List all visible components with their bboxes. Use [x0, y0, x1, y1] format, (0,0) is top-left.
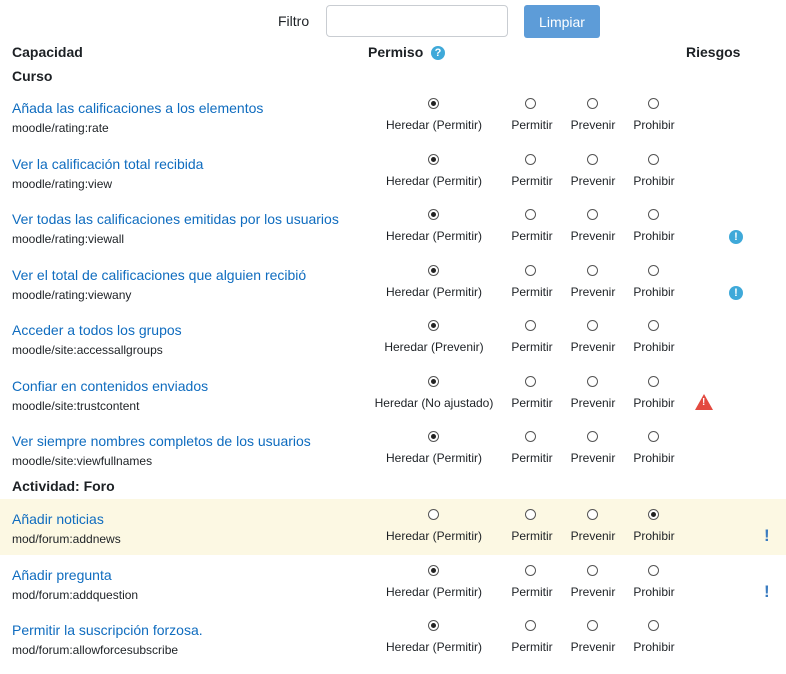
permission-option-label: Prohibir [633, 640, 675, 654]
permission-radio[interactable] [428, 620, 439, 631]
permission-radio[interactable] [648, 98, 659, 109]
capability-id: mod/forum:addnews [12, 532, 121, 546]
capability-row: Ver el total de calificaciones que algui… [0, 263, 786, 319]
capability-row: Permitir la suscripción forzosa. mod/foru… [0, 618, 786, 674]
capability-id: moodle/rating:viewany [12, 288, 132, 302]
clear-button[interactable]: Limpiar [524, 5, 600, 38]
warning-triangle-icon[interactable]: ! [695, 394, 713, 410]
capability-row: Añadir pregunta mod/forum:addquestion Here… [0, 563, 786, 619]
permission-radio[interactable] [428, 565, 439, 576]
help-icon[interactable]: ? [431, 46, 445, 60]
capability-name-link[interactable]: Ver el total de calificaciones que algui… [12, 267, 306, 283]
permission-option: Prohibir [594, 507, 714, 563]
filter-label: Filtro [278, 13, 310, 29]
capability-row: Ver la calificación total recibida moodle… [0, 152, 786, 208]
capability-name-link[interactable]: Añada las calificaciones a los elementos [12, 100, 263, 116]
exclamation-icon[interactable]: ! [764, 583, 770, 600]
filter-input[interactable] [326, 5, 508, 37]
permission-radio[interactable] [428, 509, 439, 520]
permission-option-label: Prohibir [633, 229, 675, 243]
permission-option-label: Prohibir [633, 529, 675, 543]
risks-header: Riesgos [686, 44, 741, 60]
permission-header: Permiso [368, 44, 424, 60]
permission-radio[interactable] [648, 376, 659, 387]
permission-radio[interactable] [648, 509, 659, 520]
capability-id: mod/forum:allowforcesubscribe [12, 643, 179, 657]
permission-radio[interactable] [648, 209, 659, 220]
capability-row: Añada las calificaciones a los elementos… [0, 96, 786, 152]
capability-name-link[interactable]: Ver todas las calificaciones emitidas po… [12, 211, 339, 227]
permission-option: Prohibir [594, 618, 714, 674]
permission-radio[interactable] [648, 620, 659, 631]
capability-id: moodle/site:trustcontent [12, 399, 140, 413]
capability-name-link[interactable]: Permitir la suscripción forzosa. [12, 622, 203, 638]
permission-radio[interactable] [648, 265, 659, 276]
permission-radio[interactable] [648, 565, 659, 576]
permission-radio[interactable] [428, 209, 439, 220]
capability-id: moodle/rating:viewall [12, 232, 125, 246]
capability-name-link[interactable]: Acceder a todos los grupos [12, 322, 182, 338]
permission-radio[interactable] [428, 98, 439, 109]
capability-row: Confiar en contenidos enviados moodle/sit… [0, 374, 786, 430]
permission-option-label: Prohibir [633, 451, 675, 465]
section-title: Curso [12, 68, 53, 84]
capability-row: Ver todas las calificaciones emitidas po… [0, 207, 786, 263]
permission-option: Prohibir [594, 96, 714, 152]
section-title: Actividad: Foro [12, 478, 115, 494]
capability-row: Ver siempre nombres completos de los usu… [0, 429, 786, 485]
permission-option: Prohibir [594, 263, 714, 319]
info-icon[interactable]: ! [729, 286, 743, 300]
info-icon[interactable]: ! [729, 230, 743, 244]
permission-radio[interactable] [428, 154, 439, 165]
permission-radio[interactable] [428, 265, 439, 276]
permission-option-label: Prohibir [633, 285, 675, 299]
permission-option-label: Prohibir [633, 340, 675, 354]
permission-radio[interactable] [428, 320, 439, 331]
capability-row: Acceder a todos los grupos moodle/site:ac… [0, 318, 786, 374]
permission-option-label: Prohibir [633, 585, 675, 599]
permission-option: Prohibir [594, 563, 714, 619]
permission-option: Prohibir [594, 207, 714, 263]
capability-name-link[interactable]: Añadir noticias [12, 511, 104, 527]
exclamation-icon[interactable]: ! [764, 527, 770, 544]
capability-id: moodle/site:viewfullnames [12, 454, 153, 468]
permission-radio[interactable] [648, 154, 659, 165]
permission-option: Prohibir [594, 152, 714, 208]
permission-radio[interactable] [648, 431, 659, 442]
permission-radio[interactable] [648, 320, 659, 331]
capability-id: moodle/site:accessallgroups [12, 343, 163, 357]
permission-option-label: Prohibir [633, 174, 675, 188]
capability-name-link[interactable]: Ver la calificación total recibida [12, 156, 203, 172]
permission-option-label: Prohibir [633, 118, 675, 132]
capability-header: Capacidad [12, 44, 83, 60]
capability-row: Añadir noticias mod/forum:addnews Heredar … [0, 499, 786, 555]
capability-name-link[interactable]: Añadir pregunta [12, 567, 112, 583]
permission-radio[interactable] [428, 376, 439, 387]
capability-id: moodle/rating:view [12, 177, 113, 191]
permission-option: Prohibir [594, 318, 714, 374]
capability-name-link[interactable]: Confiar en contenidos enviados [12, 378, 208, 394]
permission-radio[interactable] [428, 431, 439, 442]
capability-id: moodle/rating:rate [12, 121, 109, 135]
permission-option: Prohibir [594, 429, 714, 485]
capability-name-link[interactable]: Ver siempre nombres completos de los usu… [12, 433, 311, 449]
capability-id: mod/forum:addquestion [12, 588, 139, 602]
